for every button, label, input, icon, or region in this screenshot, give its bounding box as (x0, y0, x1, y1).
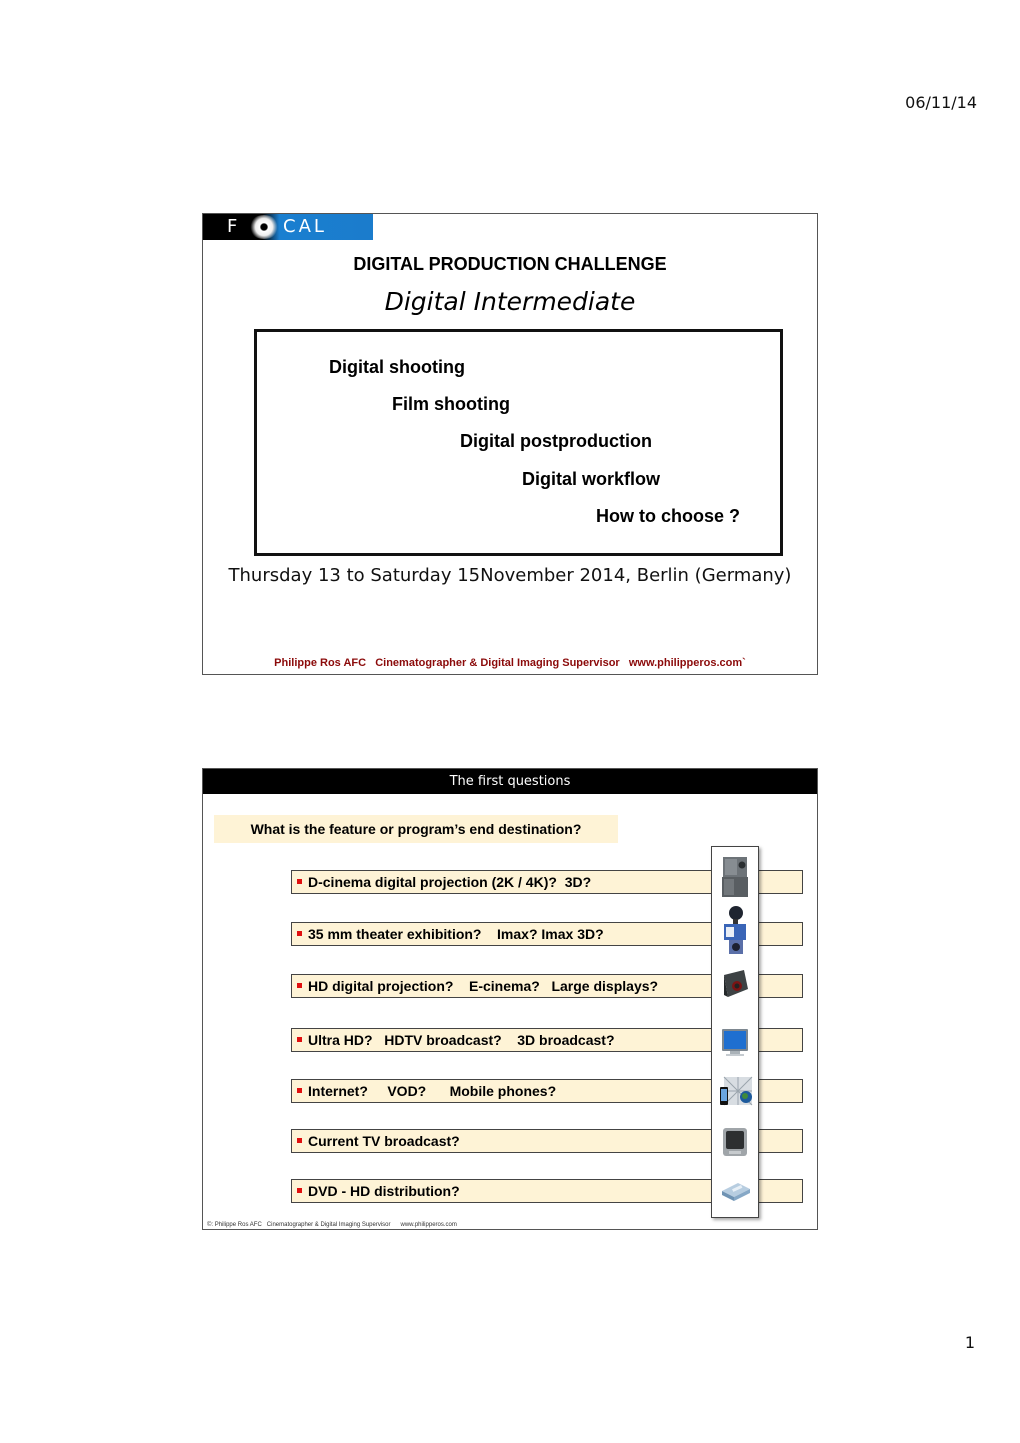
topic-item: Film shooting (392, 394, 510, 414)
slide-title: F CAL DIGITAL PRODUCTION CHALLENGE Digit… (202, 213, 818, 675)
slide-subtitle: Digital Intermediate (384, 287, 636, 316)
device-icon-panel (711, 846, 759, 1218)
destination-text: HD digital projection? E-cinema? Large d… (308, 978, 659, 994)
slide-header: The first questions (203, 769, 817, 794)
destination-text: Current TV broadcast? (308, 1133, 460, 1149)
destination-text: DVD - HD distribution? (308, 1183, 460, 1199)
topic-item: Digital shooting (329, 357, 465, 377)
bullet-icon (297, 1188, 302, 1194)
page-date: 06/11/14 (905, 93, 977, 112)
logo-text-left: F (227, 216, 240, 237)
flatscreen-tv-icon (722, 1029, 748, 1056)
page-number: 1 (964, 1333, 975, 1352)
dvd-player-icon (722, 1183, 750, 1201)
logo-text-right: CAL (283, 216, 327, 237)
topic-item: Digital postproduction (460, 431, 652, 451)
hd-projector-icon (724, 970, 748, 997)
author-credit: Philippe Ros AFC Cinematographer & Digit… (274, 657, 746, 669)
bullet-icon (297, 931, 302, 937)
eye-lens-icon (249, 215, 279, 239)
bullet-icon (297, 1037, 302, 1043)
bullet-icon (297, 1138, 302, 1144)
topic-item: Digital workflow (522, 469, 661, 489)
event-date: Thursday 13 to Saturday 15November 2014,… (228, 565, 792, 586)
destination-text: Internet? VOD? Mobile phones? (308, 1083, 557, 1099)
bullet-icon (297, 1088, 302, 1094)
crt-tv-icon (723, 1128, 747, 1156)
question-banner: What is the feature or program’s end des… (214, 815, 618, 843)
slide-heading: DIGITAL PRODUCTION CHALLENGE (353, 254, 667, 274)
bullet-icon (297, 879, 302, 885)
bullet-icon (297, 983, 302, 989)
topic-item: How to choose ? (596, 506, 740, 526)
dcinema-projector-icon (722, 857, 748, 897)
destination-text: 35 mm theater exhibition? Imax? Imax 3D? (308, 926, 604, 942)
film-projector-icon (724, 906, 746, 954)
destination-text: Ultra HD? HDTV broadcast? 3D broadcast? (308, 1032, 615, 1048)
slide-first-questions: The first questions What is the feature … (202, 768, 818, 1230)
destination-text: D-cinema digital projection (2K / 4K)? 3… (308, 874, 592, 890)
topics-box: Digital shooting Film shooting Digital p… (254, 329, 783, 556)
slide-footer-credit: ©: Philippe Ros AFC Cinematographer & Di… (207, 1222, 457, 1228)
focal-logo: F CAL (203, 214, 373, 240)
internet-mobile-icon (720, 1076, 753, 1106)
